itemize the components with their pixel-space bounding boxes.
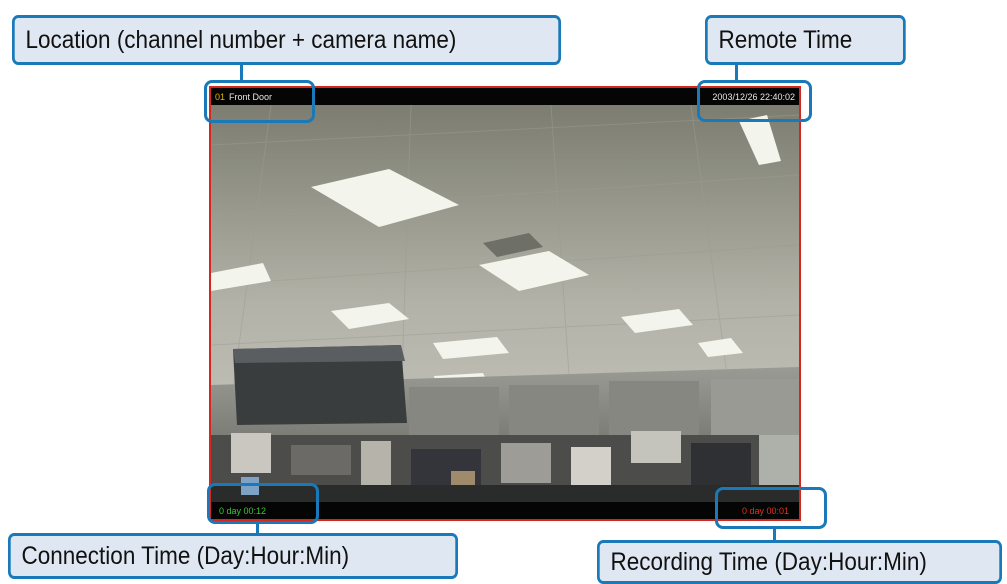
- remote-time-callout: Remote Time: [705, 15, 906, 65]
- recording-time-highlight-box: [715, 487, 827, 529]
- camera-feed-image: [211, 105, 799, 502]
- camera-video-view[interactable]: 01 Front Door 2003/12/26 22:40:02 0 day …: [209, 86, 801, 521]
- remote-time-highlight-box: [697, 80, 812, 122]
- recording-time-callout: Recording Time (Day:Hour:Min): [597, 540, 1002, 584]
- location-callout: Location (channel number + camera name): [12, 15, 561, 65]
- connection-time-callout: Connection Time (Day:Hour:Min): [8, 533, 458, 579]
- connection-time-highlight-box: [207, 483, 319, 524]
- location-highlight-box: [204, 80, 315, 123]
